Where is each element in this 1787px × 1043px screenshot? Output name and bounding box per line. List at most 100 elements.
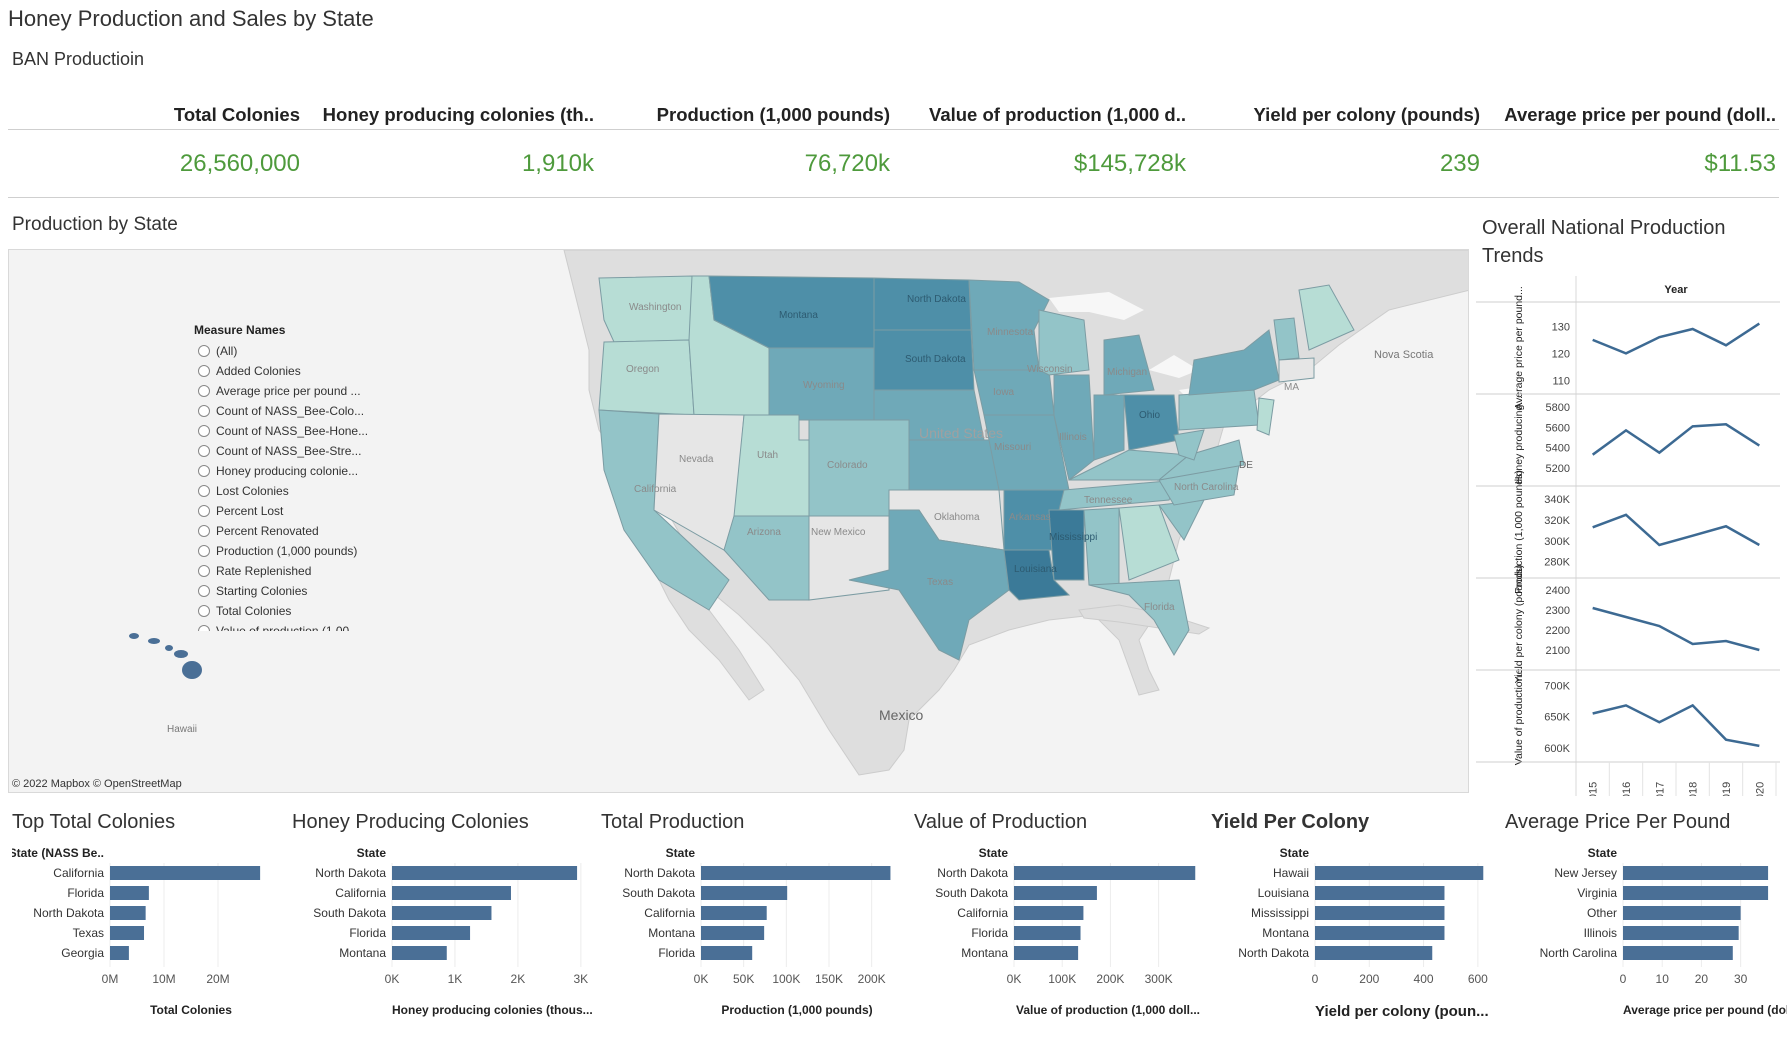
bar[interactable] <box>1315 946 1433 960</box>
bar[interactable] <box>701 886 788 900</box>
bar[interactable] <box>701 866 891 880</box>
state-kansas[interactable] <box>908 439 1000 491</box>
legend-option[interactable]: Total Colonies <box>194 601 374 621</box>
radio-button-icon[interactable] <box>198 625 210 631</box>
bar[interactable] <box>701 946 753 960</box>
bar-chart[interactable]: State 0K 50K 100K 150K 200K North Dakota South … <box>601 843 901 1023</box>
state-vermont-nh[interactable] <box>1273 317 1300 361</box>
legend-option[interactable]: Count of NASS_Bee-Stre... <box>194 441 374 461</box>
bar[interactable] <box>392 886 511 900</box>
bar-chart[interactable]: State 0 200 400 600 Hawaii Louisiana Mississipp… <box>1211 843 1494 1023</box>
ban-label-total-colonies[interactable]: Total Colonies <box>150 104 300 126</box>
radio-button-icon[interactable] <box>198 385 210 397</box>
bar[interactable] <box>392 866 578 880</box>
trend-line[interactable] <box>1592 322 1761 355</box>
bar[interactable] <box>701 906 767 920</box>
radio-button-icon[interactable] <box>198 585 210 597</box>
bar[interactable] <box>1014 946 1079 960</box>
legend-option[interactable]: Percent Renovated <box>194 521 374 541</box>
bar[interactable] <box>1315 866 1484 880</box>
bar[interactable] <box>392 946 447 960</box>
ban-label-yield[interactable]: Yield per colony (pounds) <box>1196 104 1480 126</box>
ban-value-price[interactable]: $11.53 <box>1486 150 1776 178</box>
bar[interactable] <box>110 946 129 960</box>
legend-option[interactable]: Count of NASS_Bee-Hone... <box>194 421 374 441</box>
trend-line[interactable] <box>1592 606 1760 652</box>
bar[interactable] <box>1315 906 1445 920</box>
bar-chart[interactable]: State (NASS Be.. 0M 10M 20M California Florid… <box>12 843 280 1023</box>
hawaii-islands[interactable] <box>129 633 202 679</box>
legend-option[interactable]: Value of production (1,00... <box>194 621 374 631</box>
trends-chart[interactable]: YearAverage price per pound... 130120110H… <box>1476 276 1780 796</box>
state-utah[interactable] <box>733 414 810 517</box>
state-new-jersey[interactable] <box>1256 397 1275 436</box>
radio-button-icon[interactable] <box>198 405 210 417</box>
ban-label-honey-colonies[interactable]: Honey producing colonies (th.. <box>308 104 594 126</box>
bar[interactable] <box>1014 926 1081 940</box>
legend-option[interactable]: Count of NASS_Bee-Colo... <box>194 401 374 421</box>
bar[interactable] <box>1014 906 1084 920</box>
legend-option[interactable]: Lost Colonies <box>194 481 374 501</box>
ban-value-total-colonies[interactable]: 26,560,000 <box>150 150 300 178</box>
state-ohio[interactable] <box>1123 394 1180 451</box>
radio-button-icon[interactable] <box>198 505 210 517</box>
state-pennsylvania[interactable] <box>1178 389 1260 431</box>
bar[interactable] <box>392 926 471 940</box>
bar[interactable] <box>110 906 146 920</box>
trend-tick-label: 5800 <box>1546 402 1570 414</box>
bar[interactable] <box>1014 886 1097 900</box>
state-indiana[interactable] <box>1093 394 1125 461</box>
radio-button-icon[interactable] <box>198 525 210 537</box>
trend-line[interactable] <box>1592 513 1760 547</box>
radio-button-icon[interactable] <box>198 445 210 457</box>
bar[interactable] <box>701 926 765 940</box>
bar[interactable] <box>1014 866 1196 880</box>
legend-option[interactable]: Honey producing colonie... <box>194 461 374 481</box>
legend-option[interactable]: Percent Lost <box>194 501 374 521</box>
bar[interactable] <box>1315 886 1445 900</box>
bar-chart[interactable]: State 0 10 20 30 New Jersey Virginia Other Illin… <box>1505 843 1780 1023</box>
legend-option[interactable]: Added Colonies <box>194 361 374 381</box>
bar[interactable] <box>1623 946 1733 960</box>
ban-label-price[interactable]: Average price per pound (doll.. <box>1486 104 1776 126</box>
map-label-florida: Florida <box>1144 602 1175 613</box>
dashboard-title: Honey Production and Sales by State <box>8 6 374 31</box>
bar[interactable] <box>110 926 145 940</box>
radio-button-icon[interactable] <box>198 605 210 617</box>
legend-option[interactable]: Average price per pound ... <box>194 381 374 401</box>
ban-value-production[interactable]: 76,720k <box>604 150 890 178</box>
legend-option[interactable]: Production (1,000 pounds) <box>194 541 374 561</box>
legend-option[interactable]: Starting Colonies <box>194 581 374 601</box>
bar[interactable] <box>1623 886 1769 900</box>
legend-option[interactable]: Rate Replenished <box>194 561 374 581</box>
bar[interactable] <box>110 866 261 880</box>
ban-value-honey-colonies[interactable]: 1,910k <box>308 150 594 178</box>
ban-value-yield[interactable]: 239 <box>1196 150 1480 178</box>
radio-button-icon[interactable] <box>198 545 210 557</box>
radio-button-icon[interactable] <box>198 365 210 377</box>
trend-line[interactable] <box>1592 703 1760 748</box>
bar[interactable] <box>392 906 492 920</box>
state-new-england-south[interactable] <box>1278 357 1315 383</box>
bar[interactable] <box>1623 866 1769 880</box>
radio-button-icon[interactable] <box>198 425 210 437</box>
map-attribution[interactable]: © 2022 Mapbox © OpenStreetMap <box>12 778 182 790</box>
bar[interactable] <box>110 886 149 900</box>
trend-line[interactable] <box>1591 423 1761 456</box>
radio-button-icon[interactable] <box>198 465 210 477</box>
bar-chart[interactable]: State 0K 1K 2K 3K North Dakota California South… <box>292 843 592 1023</box>
radio-button-icon[interactable] <box>198 485 210 497</box>
bar[interactable] <box>1623 906 1741 920</box>
bar[interactable] <box>1315 926 1445 940</box>
legend-option[interactable]: (All) <box>194 341 374 361</box>
ban-label-value[interactable]: Value of production (1,000 d.. <box>900 104 1186 126</box>
state-minnesota[interactable] <box>968 279 1050 371</box>
ban-value-value[interactable]: $145,728k <box>900 150 1186 178</box>
ban-label-production[interactable]: Production (1,000 pounds) <box>604 104 890 126</box>
radio-button-icon[interactable] <box>198 345 210 357</box>
bar-chart[interactable]: State 0K 100K 200K 300K North Dakota South Dak… <box>914 843 1210 1023</box>
bar[interactable] <box>1623 926 1739 940</box>
radio-button-icon[interactable] <box>198 565 210 577</box>
state-alabama[interactable] <box>1083 507 1120 586</box>
state-oregon[interactable] <box>598 339 695 416</box>
